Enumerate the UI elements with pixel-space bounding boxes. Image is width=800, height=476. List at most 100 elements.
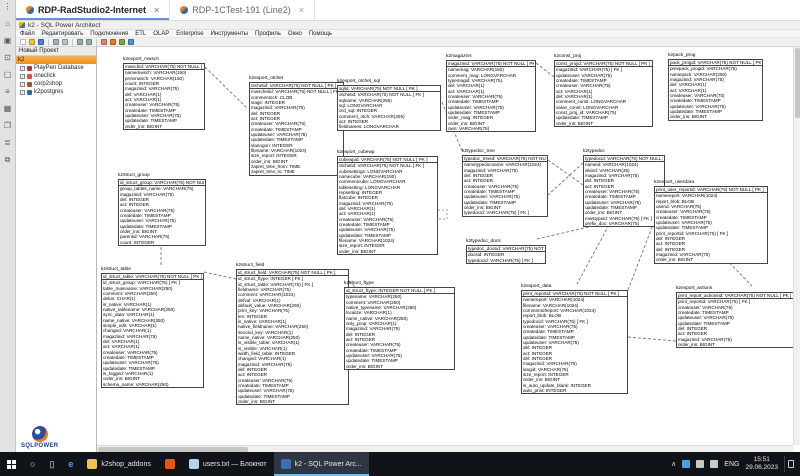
relationship-line[interactable] xyxy=(204,272,236,279)
relationship-line[interactable] xyxy=(577,225,609,284)
column[interactable]: otchetid: VARCHAR(75) NOT NULL [ FK ] xyxy=(339,163,436,168)
entity-k2export_mwsch[interactable]: k2export_mwschmwschid: VARCHAR(75) NOT N… xyxy=(123,57,205,130)
clock[interactable]: 15:5129.06.2023 xyxy=(745,456,778,472)
pk-column[interactable]: pack_progid: VARCHAR(75) NOT NULL [ PK ] xyxy=(670,60,761,65)
tree-item-oneclick[interactable]: +oneclick xyxy=(16,72,96,80)
menu-enterprise[interactable]: Enterprise xyxy=(176,31,203,37)
grid-view-icon[interactable]: ▦ xyxy=(4,105,12,113)
pk-column[interactable]: sqlid: VARCHAR(75) NOT NULL [ PK ] xyxy=(339,86,439,91)
profile-icon[interactable] xyxy=(128,39,134,45)
entity-k2export_userdara[interactable]: k2export_userdaraprint_user_reportid: VA… xyxy=(654,180,768,264)
pk-column[interactable]: mwschid: VARCHAR(75) NOT NULL [ PK ] xyxy=(125,64,203,69)
run-icon[interactable] xyxy=(110,39,116,45)
relationship-line[interactable] xyxy=(205,67,248,109)
column[interactable]: prefix_doc: VARCHAR(75) xyxy=(585,221,663,226)
expand-icon[interactable]: + xyxy=(20,90,25,95)
pk-column[interactable]: const_projid: VARCHAR(75) NOT NULL [ PK … xyxy=(556,61,651,66)
vertical-scroll-thumb[interactable] xyxy=(795,48,800,118)
pk-column[interactable]: print_reportid: VARCHAR(75) NOT NULL [ P… xyxy=(523,291,626,296)
column[interactable]: order_ins: BIGINT xyxy=(238,399,347,404)
column[interactable]: own: VARCHAR(75) xyxy=(448,126,534,131)
column[interactable]: schema_name: VARCHAR(250) xyxy=(103,382,202,387)
entity-k2typedoc[interactable]: k2typedoc typedocid: VARCHAR(75) NOT NULL… xyxy=(583,149,665,227)
menu-окно[interactable]: Окно xyxy=(288,31,302,37)
entity-k2export_otchet_sql[interactable]: k2export_otchet_sqlsqlid: VARCHAR(75) NO… xyxy=(337,79,441,131)
entity-k2struct_group[interactable]: k2struct_groupid_struct_group: VARCHAR(7… xyxy=(118,173,206,246)
rdp-tab-1[interactable]: RDP-RadStudio2-Internet× xyxy=(16,0,170,20)
windows-icon[interactable]: ⧉ xyxy=(5,156,11,164)
menu-файл[interactable]: Файл xyxy=(20,31,35,37)
entity-k2struct_table[interactable]: k2struct_table id_struct_table: VARCHAR(7… xyxy=(101,267,204,388)
entity-k2typedoc_docs[interactable]: k2typedoc_docstypedoc_docsid: VARCHAR(75… xyxy=(466,239,546,264)
entity-k2const_proj[interactable]: k2const_proj const_projid: VARCHAR(75) NO… xyxy=(554,54,653,127)
tab-close-icon[interactable]: × xyxy=(154,5,159,15)
compare-icon[interactable] xyxy=(119,39,125,45)
zoom-in-icon[interactable] xyxy=(77,39,83,45)
expand-icon[interactable]: + xyxy=(20,82,25,87)
menu-olap[interactable]: OLAP xyxy=(153,31,169,37)
expand-icon[interactable]: + xyxy=(20,66,25,71)
column[interactable]: mwschetid: VARCHAR(75) NOT NULL [ FK ] xyxy=(251,89,342,94)
column[interactable]: order_ins: BIGINT xyxy=(556,121,651,126)
focus-icon[interactable]: ⊡ xyxy=(4,54,11,62)
language-indicator[interactable]: ENG xyxy=(724,461,739,468)
menu-профиль[interactable]: Профиль xyxy=(255,31,281,37)
taskbar-search-button[interactable]: ○ xyxy=(23,452,42,476)
menu-инструменты[interactable]: Инструменты xyxy=(211,31,248,37)
relationship-line[interactable] xyxy=(628,337,676,341)
menu-etl[interactable]: ETL xyxy=(135,31,146,37)
entity-title[interactable]: k2typedoc xyxy=(583,149,665,154)
entity-title[interactable]: k2struct_ftype xyxy=(344,281,455,286)
column[interactable]: typedocid: VARCHAR(75) [ FK ] xyxy=(464,210,546,215)
entity-k2struct_field[interactable]: k2struct_fieldid_struct_field: VARCHAR(7… xyxy=(236,263,349,405)
zoom-out-icon[interactable] xyxy=(86,39,92,45)
column[interactable]: order_ins: BIGINT xyxy=(125,124,203,129)
pk-column[interactable]: typedoc_treeid: VARCHAR(75) NOT NULL [ P… xyxy=(464,156,546,161)
expand-icon[interactable]: + xyxy=(20,74,25,79)
canvas-horizontal-scrollbar[interactable] xyxy=(97,445,793,452)
relationship-line[interactable] xyxy=(548,160,583,185)
fullscreen-icon[interactable]: ▢ xyxy=(4,71,12,79)
menu-редактировать[interactable]: Редактировать xyxy=(42,31,83,37)
new-table-icon[interactable] xyxy=(101,39,107,45)
taskbar-firefox-button[interactable] xyxy=(158,452,182,476)
start-button[interactable] xyxy=(0,452,23,476)
tree-item-playpen-database[interactable]: +PlayPen Database xyxy=(16,64,96,72)
entity-title[interactable]: k2struct_table xyxy=(101,267,204,272)
pk-column[interactable]: cubewpid: VARCHAR(75) NOT NULL [ PK ] xyxy=(339,157,436,162)
tab-close-icon[interactable]: × xyxy=(299,5,304,15)
print-icon[interactable] xyxy=(62,39,68,45)
entity-title[interactable]: k2export_actions xyxy=(676,286,795,291)
lines-icon[interactable]: ≣ xyxy=(4,139,11,147)
column[interactable]: nametypedocname: VARCHAR(1024) xyxy=(464,162,546,167)
resize-icon[interactable]: ❐ xyxy=(4,122,11,130)
taskbar-notepad-users-button[interactable]: users.txt — Блокнот xyxy=(182,452,274,476)
column[interactable]: order_ins: BIGINT xyxy=(346,364,453,369)
tray-caret-icon[interactable]: ∧ xyxy=(671,460,676,468)
er-diagram-canvas[interactable]: k2export_mwschmwschid: VARCHAR(75) NOT N… xyxy=(97,47,800,452)
column[interactable]: order_ins: BIGINT xyxy=(670,114,761,119)
pk-column[interactable]: otchetid: VARCHAR(75) NOT NULL [ PK ] xyxy=(251,83,342,88)
relationship-line[interactable] xyxy=(536,63,554,77)
pk-column[interactable]: typedocid: VARCHAR(75) NOT NULL [ PK ] xyxy=(585,156,663,161)
entity-k2export_actions[interactable]: k2export_actionsprint_report_actionsid: … xyxy=(676,286,795,348)
menu-подключения[interactable]: Подключения xyxy=(90,31,128,37)
save-project-icon[interactable] xyxy=(38,39,44,45)
taskbar-sql-power-architect-button[interactable]: k2 - SQL Power Arc... xyxy=(274,452,369,476)
entity-k2pack_prog[interactable]: k2pack_prog pack_progid: VARCHAR(75) NOT … xyxy=(668,53,763,121)
entity-k2magazins[interactable]: k2magazinsmagazinid: VARCHAR(75) NOT NUL… xyxy=(446,54,536,132)
entity-k2struct_ftype[interactable]: k2struct_ftypeid_struct_ftype: INTEGER N… xyxy=(344,281,455,370)
column[interactable]: zapret_time_to: TIME xyxy=(251,169,342,174)
column[interactable]: order_ins: BIGINT xyxy=(678,342,793,347)
column[interactable]: fieldnames: LONGVARCHAR xyxy=(339,124,439,129)
display-icon[interactable] xyxy=(696,460,704,468)
entity-title[interactable]: k2pack_prog xyxy=(668,53,763,58)
entity-k2typedoc_tree[interactable]: k2typedoc_treetypedoc_treeid: VARCHAR(75… xyxy=(462,149,548,217)
entity-title[interactable]: k2export_otchet xyxy=(249,76,344,81)
defender-shield-icon[interactable] xyxy=(682,460,690,468)
pk-column[interactable]: id_struct_table: VARCHAR(75) NOT NULL [ … xyxy=(103,274,202,279)
column[interactable]: group_tables_name: VARCHAR(75) xyxy=(120,186,204,191)
entity-title[interactable]: k2const_proj xyxy=(554,54,653,59)
entity-k2export_data[interactable]: k2export_dataprint_reportid: VARCHAR(75)… xyxy=(521,284,628,394)
pk-column[interactable]: id_struct_group: VARCHAR(75) NOT NULL [ … xyxy=(120,180,204,185)
